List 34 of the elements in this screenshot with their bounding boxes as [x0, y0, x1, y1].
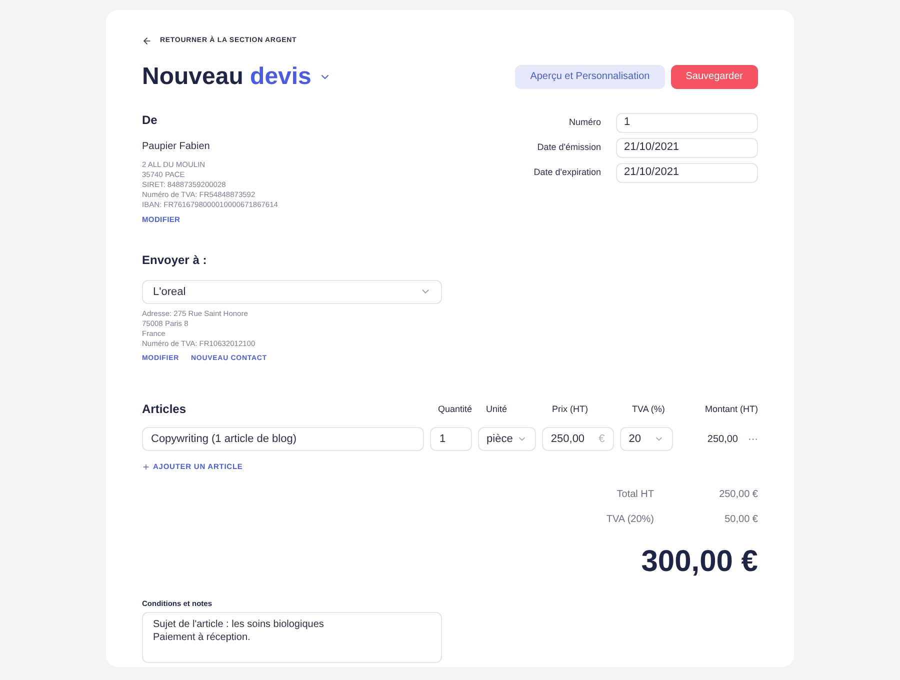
column-header: Articles	[142, 401, 188, 418]
input-field[interactable]: 21/10/2021	[616, 162, 758, 182]
input-field[interactable]: 21/10/2021	[616, 138, 758, 158]
field-label: Date d'émission	[537, 140, 601, 154]
field-label: Date d'expiration	[534, 166, 601, 179]
sender-name: Paupier Fabien	[142, 140, 211, 154]
total-value: 250,00 €	[718, 488, 758, 502]
field-label: Numéro	[568, 116, 601, 129]
total-value: 50,00 €	[724, 512, 758, 526]
total-label: Total HT	[616, 488, 654, 502]
description-field[interactable]: Copywriting (1 article de blog)	[142, 427, 424, 452]
plus-icon	[142, 462, 150, 471]
back-arrow-icon	[142, 36, 152, 46]
column-header: Montant (HT)	[704, 402, 758, 416]
grand-total: 300,00 €	[641, 544, 758, 580]
section-heading: De	[142, 112, 158, 128]
currency-symbol: €	[598, 432, 605, 447]
section-heading: Envoyer à :	[142, 252, 208, 269]
more-button[interactable]: ···	[748, 432, 758, 447]
quantity-field[interactable]: 1	[430, 427, 472, 452]
column-header: Quantité	[438, 402, 474, 416]
amount-cell-text: 250,00	[706, 432, 738, 447]
page-title: Nouveau devis	[142, 62, 312, 92]
unit-select[interactable]: pièce	[478, 427, 536, 452]
contact-select[interactable]: L'oreal	[142, 280, 442, 304]
column-header: Prix (HT)	[552, 402, 589, 416]
preview-button[interactable]: Aperçu et Personnalisation	[515, 64, 665, 88]
total-label: TVA (20%)	[606, 512, 654, 526]
column-header: TVA (%)	[632, 402, 666, 416]
column-header: Unité	[486, 402, 508, 416]
input-field[interactable]: 1	[616, 112, 758, 132]
vat-select[interactable]: 20	[620, 427, 674, 452]
notes-field[interactable]: Sujet de l'article : les soins biologiques Paiement à réception.	[142, 612, 442, 663]
price-field[interactable]: 250,00 €	[542, 427, 614, 452]
